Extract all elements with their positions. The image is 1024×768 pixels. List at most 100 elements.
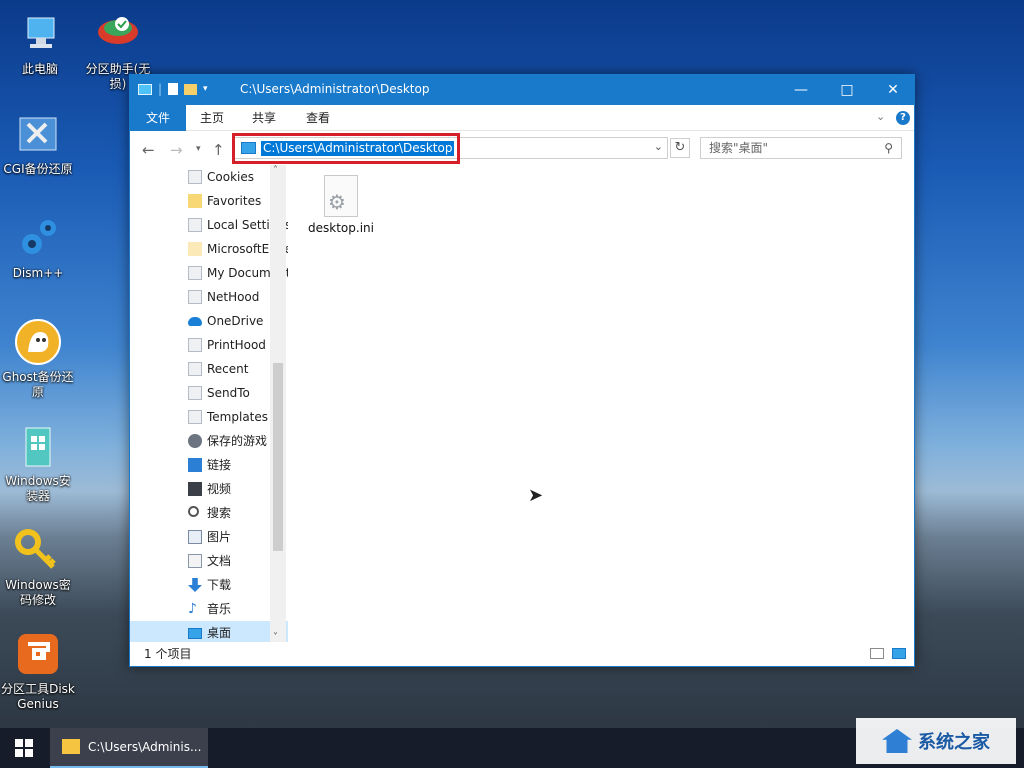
recent-locations-chevron-icon[interactable]: ▾	[196, 144, 201, 154]
details-view-icon[interactable]	[870, 648, 884, 659]
desktop-icon-ghost[interactable]: Ghost备份还原	[0, 318, 76, 400]
file-item[interactable]: ⚙ desktop.ini	[308, 175, 374, 235]
onedrive-icon	[188, 317, 202, 326]
saved-games-icon	[188, 434, 202, 448]
ghost-icon	[14, 318, 62, 366]
address-highlight-box	[232, 133, 460, 164]
nav-item[interactable]: Local Settings	[130, 213, 288, 237]
refresh-icon[interactable]: ↻	[670, 138, 690, 158]
desktop-icon-label: Ghost备份还原	[2, 370, 74, 399]
nav-item[interactable]: OneDrive	[130, 309, 288, 333]
folder-plain-icon	[188, 410, 202, 424]
title-bar[interactable]: | ▾ C:\Users\Administrator\Desktop — □ ✕	[130, 75, 914, 105]
quick-access-toolbar: | ▾	[138, 82, 208, 96]
ribbon-tabs: 文件 主页 共享 查看 ⌄ ?	[130, 105, 914, 131]
desktop-icon-cgi-backup[interactable]: CGI备份还原	[0, 110, 76, 177]
back-arrow-icon[interactable]: ←	[142, 141, 155, 159]
tab-file[interactable]: 文件	[130, 105, 186, 131]
nav-item[interactable]: Templates	[130, 405, 288, 429]
search-input[interactable]: 搜索"桌面" ⚲	[700, 137, 902, 159]
desktop-icon-this-pc[interactable]: 此电脑	[2, 10, 78, 77]
cgi-backup-icon	[14, 110, 62, 158]
mouse-cursor-icon: ➤	[528, 485, 544, 506]
up-arrow-icon[interactable]: ↑	[212, 141, 225, 159]
folder-plain-icon	[188, 290, 202, 304]
large-icons-view-icon[interactable]	[892, 648, 906, 659]
documents-icon	[188, 554, 202, 568]
partition-assistant-icon	[94, 10, 142, 58]
properties-icon[interactable]	[168, 83, 179, 95]
desktop-icon-windows-password[interactable]: Windows密码修改	[0, 526, 76, 608]
nav-item[interactable]: SendTo	[130, 381, 288, 405]
desktop-icon-label: Dism++	[12, 266, 64, 280]
explorer-window[interactable]: | ▾ C:\Users\Administrator\Desktop — □ ✕…	[129, 74, 915, 667]
close-button[interactable]: ✕	[870, 75, 916, 105]
nav-item[interactable]: Favorites	[130, 189, 288, 213]
start-button[interactable]	[0, 728, 48, 768]
nav-item[interactable]: 图片	[130, 525, 288, 549]
maximize-button[interactable]: □	[824, 75, 870, 105]
nav-item[interactable]: MicrosoftEdge	[130, 237, 288, 261]
file-name: desktop.ini	[308, 221, 374, 235]
customize-qa-chevron-icon[interactable]: ▾	[203, 84, 208, 94]
address-dropdown-chevron-icon[interactable]: ⌄	[654, 140, 663, 153]
expand-ribbon-chevron-icon[interactable]: ⌄	[876, 110, 885, 123]
nav-item-selected[interactable]: 桌面	[130, 621, 288, 643]
videos-icon	[188, 482, 202, 496]
folder-icon	[62, 739, 80, 754]
desktop-icon-windows-installer[interactable]: Windows安装器	[0, 422, 76, 504]
settings-file-icon: ⚙	[324, 175, 358, 217]
search-icon: ⚲	[884, 141, 893, 155]
pictures-icon	[188, 530, 202, 544]
help-icon[interactable]: ?	[896, 111, 910, 125]
nav-item[interactable]: NetHood	[130, 285, 288, 309]
minimize-button[interactable]: —	[778, 75, 824, 105]
nav-scrollbar[interactable]: ˄ ˅	[270, 165, 286, 643]
downloads-icon	[188, 578, 202, 592]
file-list-area[interactable]: ⚙ desktop.ini ➤	[288, 165, 914, 643]
nav-item[interactable]: 搜索	[130, 501, 288, 525]
window-icon	[138, 83, 152, 95]
scrollbar-thumb[interactable]	[273, 363, 283, 551]
taskbar: C:\Users\Adminis... 系统之家	[0, 718, 1024, 768]
nav-item[interactable]: 保存的游戏	[130, 429, 288, 453]
folder-plain-icon	[188, 338, 202, 352]
window-title: C:\Users\Administrator\Desktop	[240, 82, 430, 96]
nav-item[interactable]: 文档	[130, 549, 288, 573]
desktop-icon-label: 分区工具DiskGenius	[1, 682, 75, 711]
watermark-text: 系统之家	[918, 732, 990, 753]
new-folder-icon[interactable]	[184, 83, 198, 95]
nav-item[interactable]: 链接	[130, 453, 288, 477]
watermark-logo: 系统之家	[856, 718, 1016, 764]
desktop-icon	[188, 628, 202, 639]
windows-installer-icon	[14, 422, 62, 470]
desktop-icon-label: Windows密码修改	[5, 578, 71, 607]
desktop-icon-diskgenius[interactable]: 分区工具DiskGenius	[0, 630, 76, 712]
folder-plain-icon	[188, 386, 202, 400]
nav-item[interactable]: Recent	[130, 357, 288, 381]
tab-view[interactable]: 查看	[298, 105, 338, 131]
folder-plain-icon	[188, 218, 202, 232]
key-icon	[14, 526, 62, 574]
item-count: 1 个项目	[144, 647, 192, 661]
status-bar: 1 个项目	[130, 642, 914, 666]
nav-item[interactable]: 视频	[130, 477, 288, 501]
forward-arrow-icon[interactable]: →	[170, 141, 183, 159]
nav-item[interactable]: PrintHood	[130, 333, 288, 357]
links-icon	[188, 458, 202, 472]
navigation-pane[interactable]: Cookies Favorites Local Settings Microso…	[130, 165, 288, 643]
desktop-icon-label: CGI备份还原	[3, 162, 73, 176]
nav-item[interactable]: ♪ 音乐	[130, 597, 288, 621]
taskbar-explorer-task[interactable]: C:\Users\Adminis...	[50, 728, 208, 768]
nav-item[interactable]: My Documents	[130, 261, 288, 285]
search-icon	[188, 506, 199, 517]
nav-item[interactable]: 下载	[130, 573, 288, 597]
desktop-icon-dism[interactable]: Dism++	[0, 214, 76, 281]
computer-icon	[16, 10, 64, 58]
nav-item[interactable]: Cookies	[130, 165, 288, 189]
tab-home[interactable]: 主页	[192, 105, 232, 131]
task-label: C:\Users\Adminis...	[88, 740, 202, 754]
scroll-up-chevron-icon[interactable]: ˄	[273, 165, 278, 176]
tab-share[interactable]: 共享	[244, 105, 284, 131]
watermark-house-icon	[882, 729, 912, 753]
